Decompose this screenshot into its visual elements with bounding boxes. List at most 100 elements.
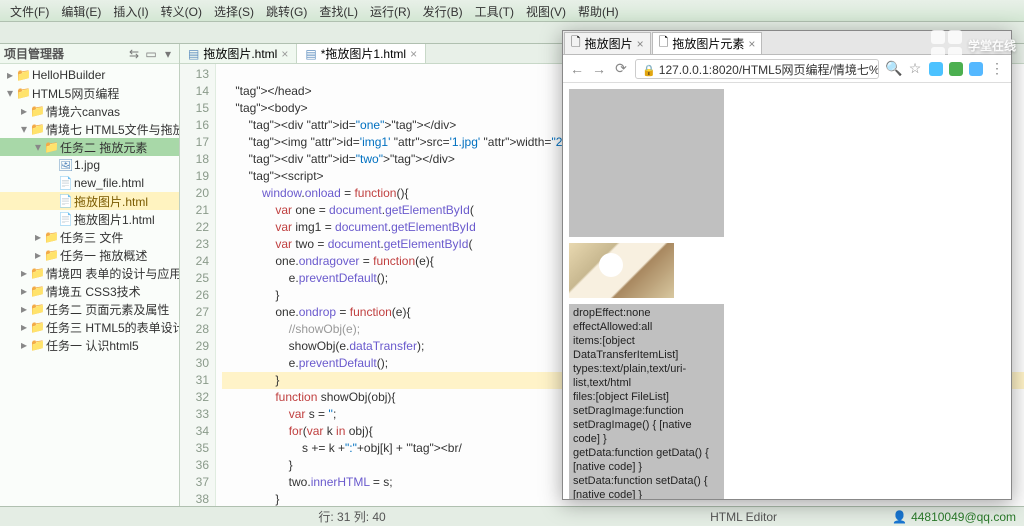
menu-item[interactable]: 跳转(G) [260, 0, 313, 21]
file-icon: ▤ [188, 47, 199, 61]
tree-node[interactable]: ▸📁任务一 拖放概述 [0, 246, 179, 264]
ext-icon[interactable] [969, 62, 983, 76]
twisty-icon: ▾ [32, 140, 44, 154]
menu-item[interactable]: 工具(T) [469, 0, 520, 21]
node-icon: 📁 [44, 230, 58, 244]
tree-node[interactable]: ▸📁任务二 页面元素及属性 [0, 300, 179, 318]
node-label: 情境七 HTML5文件与拖放 [46, 121, 179, 138]
url-field[interactable]: 🔒 127.0.0.1:8020/HTML5网页编程/情境七%… [635, 59, 879, 79]
forward-icon[interactable]: → [591, 61, 607, 77]
close-icon[interactable]: × [637, 37, 644, 51]
node-icon: 📁 [44, 140, 58, 154]
tree-node[interactable]: 📄拖放图片.html [0, 192, 179, 210]
menu-item[interactable]: 视图(V) [520, 0, 572, 21]
tree-node[interactable]: ▸📁HelloHBuilder [0, 66, 179, 84]
menu-dots-icon[interactable]: ⋮ [989, 60, 1005, 77]
link-icon[interactable]: ⇆ [127, 47, 141, 61]
node-icon: 📄 [58, 194, 72, 208]
menu-item[interactable]: 选择(S) [208, 0, 260, 21]
tree-node[interactable]: ▾📁HTML5网页编程 [0, 84, 179, 102]
node-label: 1.jpg [74, 158, 100, 172]
page-icon: 🗋 [659, 33, 669, 54]
node-icon: 🖼 [58, 158, 72, 172]
page-icon: 🗋 [571, 33, 581, 54]
node-icon: 📁 [30, 122, 44, 136]
node-label: HelloHBuilder [32, 68, 105, 82]
sidebar: 项目管理器 ⇆ ▭ ▾ ▸📁HelloHBuilder▾📁HTML5网页编程▸📁… [0, 44, 180, 506]
menu-item[interactable]: 发行(B) [417, 0, 469, 21]
menu-icon[interactable]: ▾ [161, 47, 175, 61]
node-icon: 📁 [30, 104, 44, 118]
tree-node[interactable]: ▾📁情境七 HTML5文件与拖放 [0, 120, 179, 138]
node-icon: 📁 [44, 248, 58, 262]
img1[interactable] [569, 243, 674, 298]
gutter: 1314151617181920212223242526272829303132… [180, 64, 216, 506]
tree-node[interactable]: 📄new_file.html [0, 174, 179, 192]
browser-tab[interactable]: 🗋拖放图片 × [564, 32, 651, 54]
menu-item[interactable]: 运行(R) [364, 0, 417, 21]
search-icon[interactable]: 🔍 [885, 60, 901, 77]
node-label: HTML5网页编程 [32, 85, 119, 102]
menu-item[interactable]: 帮助(H) [572, 0, 625, 21]
node-icon: 📄 [58, 176, 72, 190]
tab-label: 拖放图片.html [203, 45, 277, 62]
star-icon[interactable]: ☆ [907, 60, 923, 77]
twisty-icon: ▸ [32, 230, 44, 244]
tree-node[interactable]: ▸📁任务一 认识html5 [0, 336, 179, 354]
reload-icon[interactable]: ⟳ [613, 60, 629, 77]
close-icon[interactable]: × [748, 37, 755, 51]
close-icon[interactable]: × [410, 47, 417, 61]
div-one[interactable] [569, 89, 724, 237]
twisty-icon: ▸ [18, 284, 30, 298]
menu-item[interactable]: 编辑(E) [55, 0, 107, 21]
collapse-icon[interactable]: ▭ [144, 47, 158, 61]
tree-node[interactable]: ▸📁任务三 HTML5的表单设计 [0, 318, 179, 336]
node-label: 情境五 CSS3技术 [46, 283, 141, 300]
node-label: 任务一 认识html5 [46, 337, 139, 354]
tree-node[interactable]: ▸📁情境四 表单的设计与应用 [0, 264, 179, 282]
node-icon: 📁 [16, 68, 30, 82]
editor-mode: HTML Editor [704, 510, 884, 524]
editor-tab[interactable]: ▤*拖放图片1.html× [297, 44, 426, 63]
twisty-icon: ▸ [4, 68, 16, 82]
node-label: 情境六canvas [46, 103, 120, 120]
browser-tab[interactable]: 🗋拖放图片元素× [652, 32, 763, 54]
tab-title: 拖放图片 [585, 35, 633, 52]
tree-node[interactable]: ▸📁情境六canvas [0, 102, 179, 120]
menu-bar: 文件(F)编辑(E)插入(I)转义(O)选择(S)跳转(G)查找(L)运行(R)… [0, 0, 1024, 22]
ext-icon[interactable] [949, 62, 963, 76]
editor-tab[interactable]: ▤ 拖放图片.html × [180, 44, 297, 63]
menu-item[interactable]: 转义(O) [155, 0, 208, 21]
node-label: 任务二 拖放元素 [60, 139, 147, 156]
sidebar-title: 项目管理器 [4, 45, 64, 62]
tree-node[interactable]: ▸📁情境五 CSS3技术 [0, 282, 179, 300]
project-tree[interactable]: ▸📁HelloHBuilder▾📁HTML5网页编程▸📁情境六canvas▾📁情… [0, 64, 179, 506]
node-icon: 📁 [30, 284, 44, 298]
menu-item[interactable]: 文件(F) [4, 0, 55, 21]
close-icon[interactable]: × [281, 47, 288, 61]
user-account[interactable]: 👤 44810049@qq.com [884, 510, 1024, 524]
node-icon: 📁 [30, 302, 44, 316]
twisty-icon: ▸ [18, 266, 30, 280]
ext-icon[interactable] [929, 62, 943, 76]
node-label: 任务三 文件 [60, 229, 123, 246]
menu-item[interactable]: 插入(I) [107, 0, 154, 21]
browser-content: dropEffect:noneeffectAllowed:allitems:[o… [563, 83, 1011, 499]
node-icon: 📁 [16, 86, 30, 100]
tree-node[interactable]: ▸📁任务三 文件 [0, 228, 179, 246]
twisty-icon: ▸ [18, 302, 30, 316]
node-label: new_file.html [74, 176, 144, 190]
node-label: 任务二 页面元素及属性 [46, 301, 169, 318]
twisty-icon: ▾ [18, 122, 30, 136]
status-bar: 行: 31 列: 40 HTML Editor 👤 44810049@qq.co… [0, 506, 1024, 526]
twisty-icon: ▸ [18, 320, 30, 334]
tree-node[interactable]: ▾📁任务二 拖放元素 [0, 138, 179, 156]
back-icon[interactable]: ← [569, 61, 585, 77]
node-icon: 📄 [58, 212, 72, 226]
menu-item[interactable]: 查找(L) [313, 0, 364, 21]
address-bar: ← → ⟳ 🔒 127.0.0.1:8020/HTML5网页编程/情境七%… 🔍… [563, 55, 1011, 83]
tree-node[interactable]: 📄拖放图片1.html [0, 210, 179, 228]
twisty-icon: ▸ [32, 248, 44, 262]
twisty-icon: ▾ [4, 86, 16, 100]
tree-node[interactable]: 🖼1.jpg [0, 156, 179, 174]
